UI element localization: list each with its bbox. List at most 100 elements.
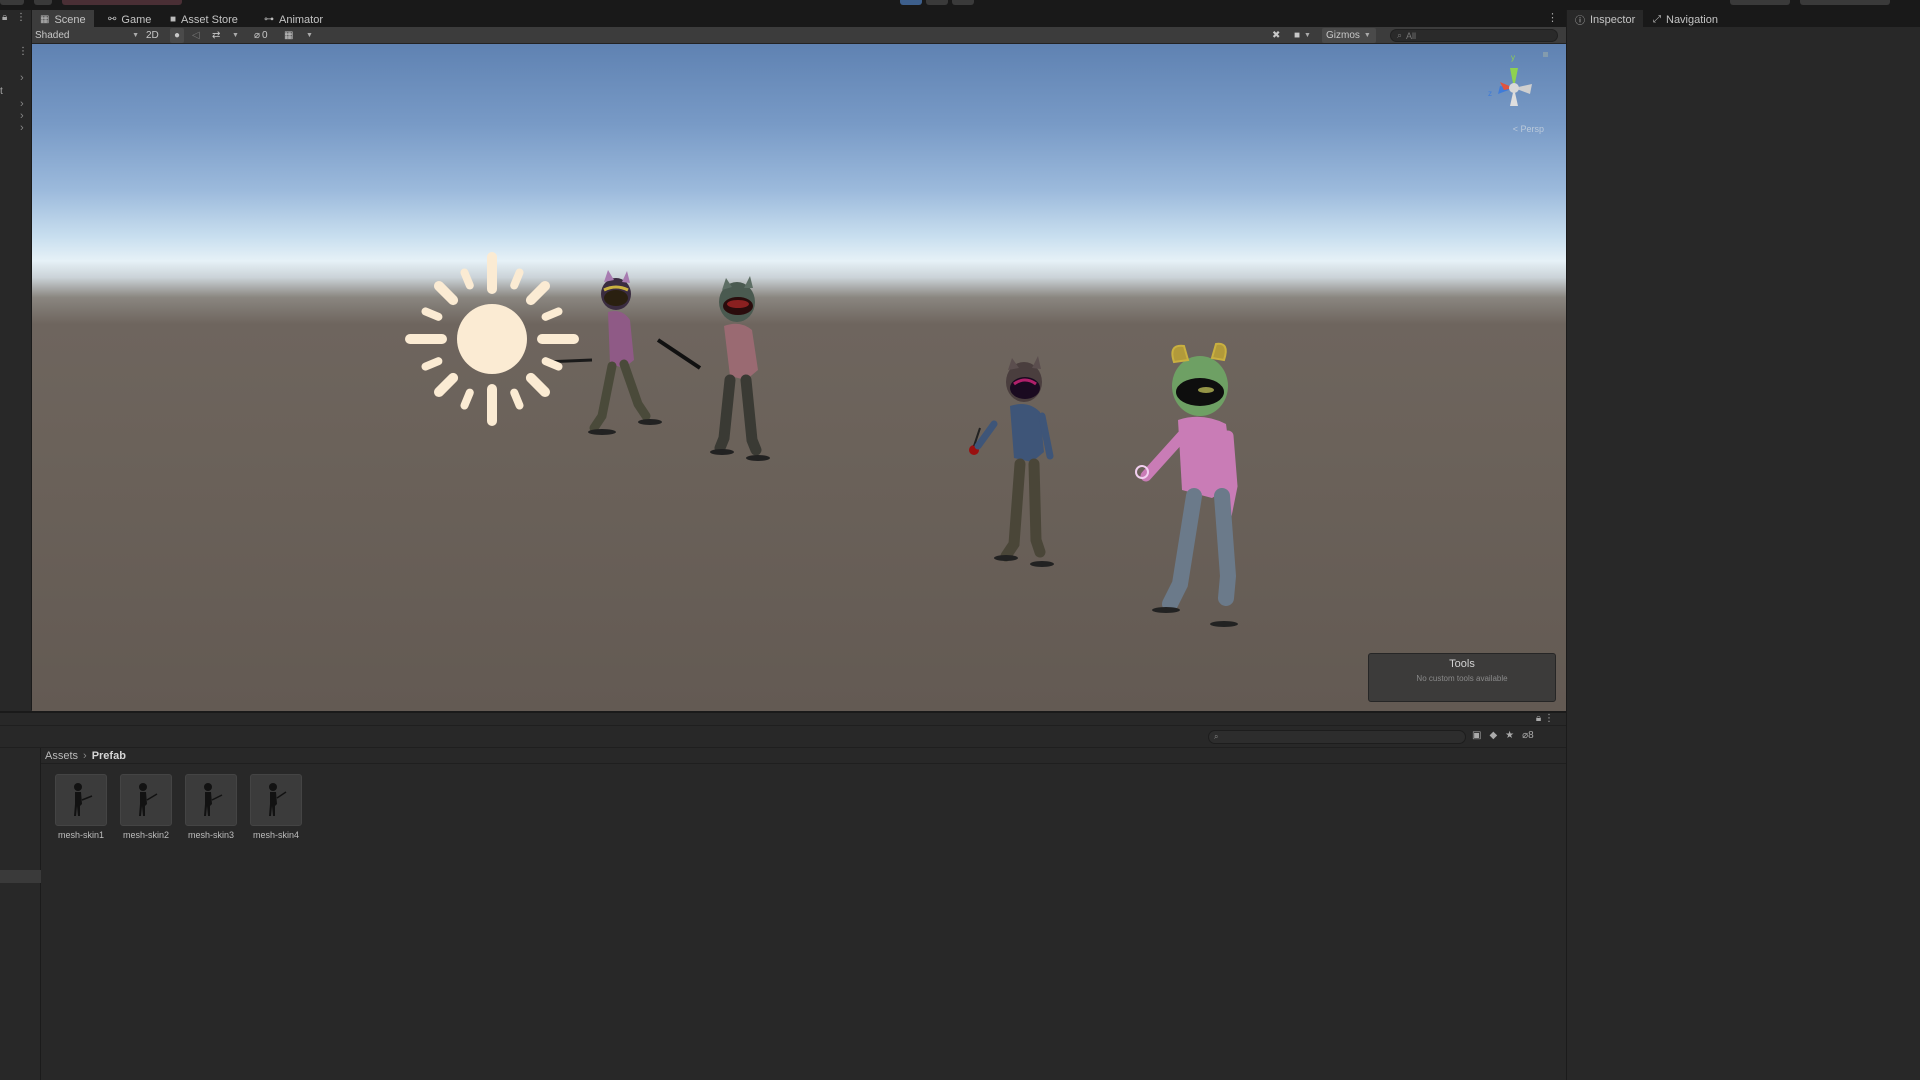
asset-item[interactable]: mesh-skin3 (181, 774, 241, 840)
scene-viewport[interactable]: y z < Persp Tools No custom tools availa… (32, 44, 1566, 711)
expand-chevron-icon[interactable]: › (20, 98, 24, 110)
animator-icon: ⊶ (264, 14, 274, 25)
character-silhouette-icon (204, 783, 223, 816)
tab-game[interactable]: ⚯ Game (100, 10, 159, 27)
favorites-star-icon[interactable]: ★ (1505, 730, 1514, 741)
character-silhouette-icon (74, 783, 93, 816)
effects-toggle[interactable]: ⇄ (212, 28, 220, 43)
asset-item[interactable]: mesh-skin1 (51, 774, 111, 840)
tab-label: Animator (279, 13, 324, 26)
search-placeholder: All (1406, 30, 1417, 41)
draw-mode-dropdown[interactable]: Shaded ▼ (35, 28, 139, 43)
grid-dropdown[interactable]: ▼ (302, 28, 313, 43)
project-search-input[interactable]: ⌕ (1208, 730, 1466, 744)
project-folder-tree (0, 748, 41, 1080)
audio-toggle[interactable]: ◁ (192, 28, 200, 43)
asset-label: mesh-skin4 (252, 830, 299, 840)
hidden-packages-toggle[interactable]: ⌀8 (1522, 730, 1534, 741)
window-top-strip (0, 0, 1920, 10)
project-filter-icons: ▣ ◆ ★ ⌀8 (1472, 730, 1534, 741)
gizmos-dropdown[interactable]: Gizmos ▼ (1322, 28, 1376, 43)
project-toolbar: ⌕ ▣ ◆ ★ ⌀8 (0, 726, 1566, 748)
filter-by-label-icon[interactable]: ◆ (1489, 730, 1497, 741)
top-strip-item[interactable] (0, 0, 24, 5)
asset-item[interactable]: mesh-skin2 (116, 774, 176, 840)
layout-dropdown[interactable] (1800, 0, 1890, 5)
folder-tree-selected-item[interactable] (0, 870, 41, 883)
lightbulb-icon: ● (174, 30, 181, 41)
project-panel-header: 🔒︎ ⋮ (0, 713, 1566, 726)
tools-overlay-title: Tools (1449, 658, 1475, 670)
breadcrumb: Assets › Prefab (41, 748, 1566, 764)
tools-overlay-panel[interactable]: Tools No custom tools available (1368, 653, 1556, 702)
grid-icon: ▦ (40, 14, 50, 25)
top-strip-item[interactable] (62, 0, 182, 5)
character-mesh-skin2[interactable] (656, 276, 770, 461)
tools-overlay-subtitle: No custom tools available (1416, 674, 1508, 683)
step-button[interactable] (952, 0, 974, 5)
expand-chevron-icon[interactable]: › (20, 110, 24, 122)
breadcrumb-assets[interactable]: Assets (45, 750, 78, 762)
scene-characters[interactable] (32, 44, 1566, 711)
scene-search-input[interactable]: ⌕ All (1390, 29, 1558, 42)
lighting-toggle[interactable]: ● (170, 28, 185, 43)
tab-label: Asset Store (181, 13, 238, 26)
character-mesh-skin4[interactable] (1135, 342, 1238, 627)
hierarchy-panel-edge: 🔒︎ ⋮ ⋮ › t › › › (0, 10, 32, 710)
top-strip-item[interactable] (1730, 0, 1790, 5)
search-icon: ⌕ (1397, 30, 1403, 40)
effects-dropdown[interactable]: ▼ (228, 28, 239, 43)
scene-toolbar: Shaded ▼ 2D ● ◁ ⇄ ▼ ⌀ 0 ▦ ▼ ✖ ■ ▼ Gizmos… (32, 27, 1566, 44)
lock-icon[interactable]: 🔒︎ (2, 12, 7, 23)
hierarchy-item-label[interactable]: t (0, 86, 3, 97)
inspector-tab-bar: ⓘ Inspector ⤢ Navigation (1567, 10, 1920, 27)
effects-icon: ⇄ (212, 30, 221, 41)
navigation-icon: ⤢ (1653, 14, 1661, 25)
filter-by-type-icon[interactable]: ▣ (1472, 730, 1481, 741)
tab-navigation[interactable]: ⤢ Navigation (1645, 10, 1726, 27)
asset-label: mesh-skin1 (57, 830, 104, 840)
prefab-thumbnail (120, 774, 172, 826)
gamepad-icon: ⚯ (108, 14, 117, 25)
grid-toggle[interactable]: ▦ (284, 28, 293, 43)
asset-label: mesh-skin2 (122, 830, 169, 840)
kebab-menu-icon[interactable]: ⋮ (1547, 11, 1558, 24)
tab-inspector[interactable]: ⓘ Inspector (1567, 10, 1644, 27)
grid-icon: ▦ (284, 30, 294, 41)
tools-icon: ✖ (1272, 30, 1281, 41)
tools-toggle[interactable]: ✖ (1272, 28, 1280, 43)
tab-asset-store[interactable]: ■ Asset Store (162, 10, 246, 27)
expand-chevron-icon[interactable]: › (20, 122, 24, 134)
tab-animator[interactable]: ⊶ Animator (256, 10, 331, 27)
prefab-thumbnail (250, 774, 302, 826)
tab-label: Inspector (1590, 13, 1636, 26)
top-strip-item[interactable] (34, 0, 52, 5)
tab-scene[interactable]: ▦ Scene (32, 10, 94, 27)
kebab-menu-icon[interactable]: ⋮ (18, 46, 28, 57)
hidden-count: 0 (262, 30, 268, 41)
search-icon: ⌕ (1214, 732, 1219, 741)
toggle-2d-button[interactable]: 2D (146, 28, 159, 43)
breadcrumb-prefab[interactable]: Prefab (92, 750, 126, 762)
scene-visibility-toggle[interactable]: ⌀ 0 (254, 28, 268, 43)
chevron-right-icon: › (83, 749, 87, 762)
camera-icon: ■ (1294, 30, 1301, 41)
play-button[interactable] (900, 0, 922, 5)
directional-light-sun-icon[interactable] (402, 249, 582, 429)
chevron-down-icon: ▼ (1363, 32, 1371, 39)
lock-icon[interactable] (1543, 52, 1548, 57)
kebab-menu-icon[interactable]: ⋮ (16, 12, 26, 23)
character-mesh-skin3[interactable] (969, 356, 1054, 567)
pause-button[interactable] (926, 0, 948, 5)
chevron-down-icon: ▼ (232, 32, 239, 39)
expand-chevron-icon[interactable]: › (20, 72, 24, 84)
lock-icon[interactable]: 🔒︎ ⋮ (1536, 713, 1554, 724)
character-silhouette-icon (269, 783, 287, 816)
perspective-toggle[interactable]: < Persp (1513, 124, 1544, 134)
gizmo-y-label: y (1511, 53, 1515, 62)
camera-dropdown[interactable]: ■ ▼ (1294, 28, 1311, 43)
visible-count: 8 (1528, 730, 1534, 741)
gizmo-z-label: z (1488, 89, 1492, 98)
asset-item[interactable]: mesh-skin4 (246, 774, 306, 840)
tab-label: Scene (54, 13, 86, 26)
